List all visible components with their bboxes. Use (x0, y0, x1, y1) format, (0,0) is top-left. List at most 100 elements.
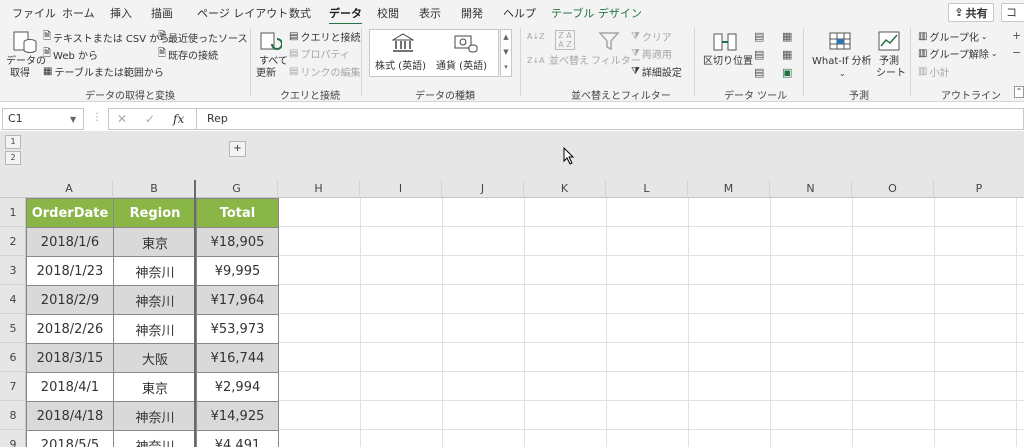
edit-links-button[interactable]: ▤ リンクの編集 (289, 64, 360, 79)
tab-view[interactable]: 表示 (419, 5, 441, 21)
table-cell[interactable]: 神奈川 (113, 401, 197, 431)
table-cell[interactable]: ¥17,964 (196, 285, 279, 315)
from-table-button[interactable]: ▦ テーブルまたは範囲から (43, 64, 164, 79)
column-header[interactable]: B (113, 180, 196, 198)
row-header[interactable]: 3 (0, 256, 26, 285)
remove-duplicates-icon[interactable]: ▤ (754, 48, 764, 61)
flash-fill-icon[interactable]: ▤ (754, 30, 764, 43)
table-cell[interactable]: ¥2,994 (196, 372, 279, 402)
data-validation-icon[interactable]: ▤ (754, 66, 764, 79)
table-cell[interactable]: 2018/2/9 (26, 285, 114, 315)
table-cell[interactable]: ¥4,491 (196, 430, 279, 447)
tab-page-layout[interactable]: ページ レイアウト (197, 5, 288, 21)
relationships-icon[interactable]: ▦ (782, 48, 792, 61)
table-cell[interactable]: 2018/4/18 (26, 401, 114, 431)
outline-level-2-button[interactable]: 2 (5, 151, 21, 165)
stocks-button[interactable]: 株式 (英語) (370, 30, 434, 76)
currency-button[interactable]: 通貨 (英語) (434, 30, 498, 76)
tab-developer[interactable]: 開発 (461, 5, 483, 21)
header-cell-orderdate[interactable]: OrderDate (26, 198, 114, 228)
row-header[interactable]: 9 (0, 430, 26, 447)
properties-button[interactable]: ▤ プロパティ (289, 46, 350, 61)
column-header[interactable]: L (606, 180, 688, 198)
column-header[interactable]: O (852, 180, 934, 198)
clear-filter-button[interactable]: ⧩ クリア (631, 29, 672, 44)
from-text-csv-button[interactable]: 🗎 テキストまたは CSV から (43, 29, 169, 46)
consolidate-icon[interactable]: ▦ (782, 30, 792, 43)
row-header[interactable]: 6 (0, 343, 26, 372)
tab-file[interactable]: ファイル (12, 5, 56, 21)
tab-review[interactable]: 校閲 (377, 5, 399, 21)
column-header[interactable]: N (770, 180, 852, 198)
table-cell[interactable]: 神奈川 (113, 256, 197, 286)
queries-connections-button[interactable]: ▤ クエリと接続 (289, 29, 360, 44)
column-header[interactable]: A (26, 180, 113, 198)
show-detail-icon[interactable]: + (1012, 29, 1021, 42)
from-web-label: Web から (53, 51, 99, 62)
row-header[interactable]: 1 (0, 198, 26, 227)
outline-level-1-button[interactable]: 1 (5, 135, 21, 149)
tab-insert[interactable]: 挿入 (110, 5, 132, 21)
data-types-scroll[interactable]: ▲ ▼ ▾ (500, 29, 512, 77)
sort-za-button[interactable]: Z↓A (527, 56, 545, 65)
table-cell[interactable]: 神奈川 (113, 285, 197, 315)
hide-detail-icon[interactable]: − (1012, 46, 1021, 59)
ungroup-button[interactable]: ▥ グループ解除 ⌄ (918, 46, 998, 61)
row-header[interactable]: 8 (0, 401, 26, 430)
data-model-icon[interactable]: ▣ (782, 66, 792, 79)
table-cell[interactable]: 2018/5/5 (26, 430, 114, 447)
advanced-filter-button[interactable]: ⧩ 詳細設定 (631, 64, 682, 79)
sort-az-button[interactable]: A↓Z (527, 32, 545, 41)
collapse-ribbon-icon[interactable]: ⌃ (1014, 86, 1024, 98)
table-cell[interactable]: 大阪 (113, 343, 197, 373)
table-cell[interactable]: 2018/1/6 (26, 227, 114, 257)
row-header[interactable]: 7 (0, 372, 26, 401)
table-cell[interactable]: 2018/4/1 (26, 372, 114, 402)
header-cell-region[interactable]: Region (113, 198, 197, 228)
column-header[interactable]: G (196, 180, 278, 198)
existing-connections-button[interactable]: 🗎 既存の接続 (158, 46, 218, 63)
worksheet-grid[interactable]: OrderDate Region Total 2018/1/6 東京 ¥18,9… (26, 198, 1024, 447)
expand-columns-button[interactable]: + (229, 141, 246, 157)
reapply-button[interactable]: ⧩ 再適用 (631, 46, 672, 61)
column-header[interactable]: H (278, 180, 360, 198)
table-cell[interactable]: ¥18,905 (196, 227, 279, 257)
tab-table-design[interactable]: テーブル デザイン (551, 5, 642, 21)
column-header[interactable]: K (524, 180, 606, 198)
tab-draw[interactable]: 描画 (151, 5, 173, 21)
column-header[interactable]: M (688, 180, 770, 198)
share-button[interactable]: ⇪ 共有 (948, 3, 994, 22)
enter-icon[interactable]: ✓ (145, 112, 155, 126)
table-cell[interactable]: ¥14,925 (196, 401, 279, 431)
comment-button[interactable]: コ (1001, 3, 1024, 22)
from-web-button[interactable]: 🗎 Web から (43, 46, 98, 63)
table-cell[interactable]: 2018/1/23 (26, 256, 114, 286)
name-box-dropdown-icon[interactable]: ▼ (70, 115, 76, 124)
row-header[interactable]: 4 (0, 285, 26, 314)
tab-help[interactable]: ヘルプ (503, 5, 536, 21)
tab-formulas[interactable]: 数式 (289, 5, 311, 21)
row-header[interactable]: 2 (0, 227, 26, 256)
tab-home[interactable]: ホーム (62, 5, 95, 21)
column-header[interactable]: J (442, 180, 524, 198)
header-cell-total[interactable]: Total (196, 198, 279, 228)
insert-function-icon[interactable]: fx (173, 112, 184, 126)
table-cell[interactable]: 東京 (113, 227, 197, 257)
group-button[interactable]: ▥ グループ化 ⌄ (918, 29, 988, 44)
column-header[interactable]: P (934, 180, 1024, 198)
table-cell[interactable]: ¥16,744 (196, 343, 279, 373)
formula-input[interactable]: Rep (196, 108, 1024, 130)
tab-data[interactable]: データ (329, 5, 362, 26)
table-cell[interactable]: ¥53,973 (196, 314, 279, 344)
table-cell[interactable]: 東京 (113, 372, 197, 402)
subtotal-button[interactable]: ▥ 小計 (918, 64, 949, 79)
recent-sources-button[interactable]: 🗎 最近使ったソース (158, 29, 248, 46)
table-cell[interactable]: 神奈川 (113, 430, 197, 447)
table-cell[interactable]: 神奈川 (113, 314, 197, 344)
column-header[interactable]: I (360, 180, 442, 198)
cancel-icon[interactable]: ✕ (117, 112, 127, 126)
row-header[interactable]: 5 (0, 314, 26, 343)
table-cell[interactable]: 2018/2/26 (26, 314, 114, 344)
table-cell[interactable]: 2018/3/15 (26, 343, 114, 373)
table-cell[interactable]: ¥9,995 (196, 256, 279, 286)
